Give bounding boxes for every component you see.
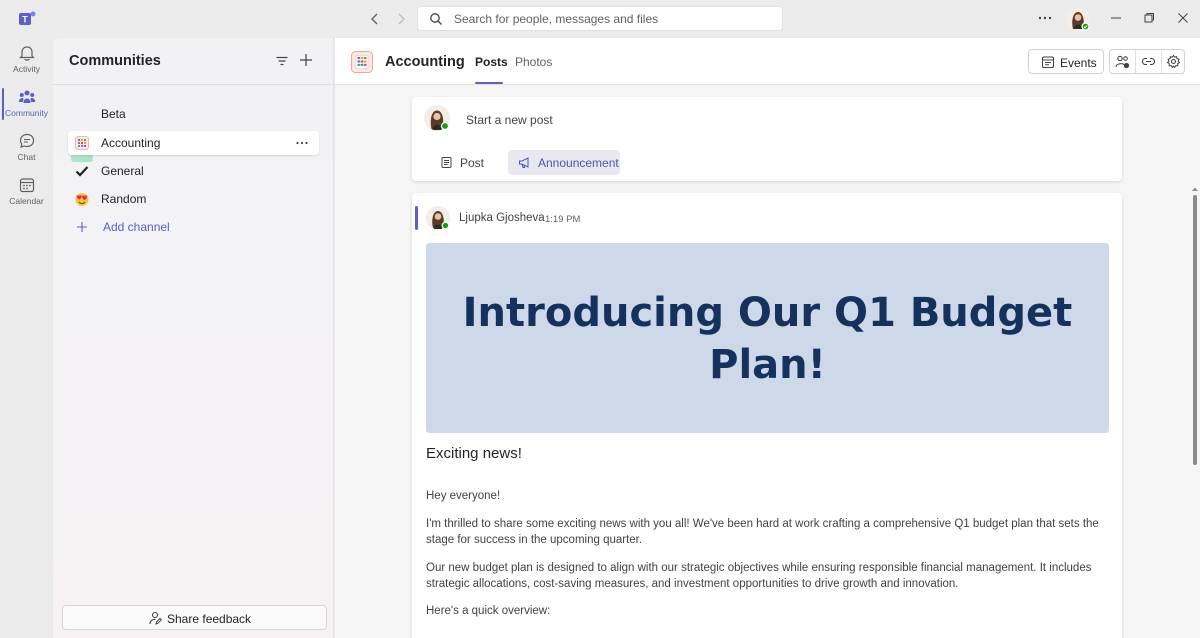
active-tab-indicator (475, 82, 503, 84)
back-arrow-icon[interactable] (366, 10, 384, 28)
sidebar-item-accounting[interactable]: Accounting (68, 131, 319, 155)
page-title: Accounting (385, 54, 465, 70)
scrollbar-thumb[interactable] (1193, 195, 1197, 465)
sidebar-item-label: General (101, 164, 144, 178)
banner-line: Introducing Our Q1 Budget (462, 290, 1073, 336)
search-input[interactable] (454, 9, 774, 28)
appbar-community[interactable]: Community (0, 82, 53, 126)
post-paragraph: I'm thrilled to share some exciting news… (426, 518, 1099, 546)
tab-photos[interactable]: Photos (515, 55, 552, 69)
more-options-icon[interactable] (1037, 10, 1053, 26)
manage-members-button[interactable] (1110, 50, 1135, 73)
megaphone-icon (519, 157, 529, 168)
post-author[interactable]: Ljupka Gjosheva (459, 212, 545, 224)
bell-icon (18, 46, 35, 61)
post-button[interactable]: Post (430, 150, 486, 175)
accounting-channel-icon (351, 51, 373, 73)
feedback-icon (149, 611, 162, 625)
events-label: Events (1060, 56, 1097, 70)
calendar-icon (19, 178, 34, 193)
chat-icon (19, 133, 34, 148)
people-settings-icon (1115, 55, 1130, 69)
sidebar-divider (53, 84, 333, 85)
sidebar-title: Communities (69, 53, 161, 69)
post-paragraph: Here's a quick overview: (426, 605, 551, 617)
sidebar-item-label: Beta (101, 107, 126, 121)
announcement-button[interactable]: Announcement (508, 150, 620, 175)
announcement-accent-bar (415, 206, 418, 230)
events-button[interactable]: Events (1028, 49, 1104, 74)
channel-header: Accounting Posts Photos Events (335, 38, 1200, 85)
sidebar-item-random[interactable]: Random (68, 187, 319, 211)
more-options-icon[interactable] (295, 136, 309, 150)
forward-arrow-icon[interactable] (392, 10, 410, 28)
copy-link-button[interactable] (1136, 50, 1161, 73)
appbar-label: Calendar (9, 196, 44, 206)
sidebar-item-label: Accounting (101, 136, 161, 150)
sidebar-item-label: Random (101, 192, 147, 206)
accounting-channel-icon (75, 136, 89, 150)
header-action-group (1109, 49, 1185, 74)
appbar-label: Community (5, 108, 48, 118)
start-post-prompt[interactable]: Start a new post (466, 113, 553, 127)
user-avatar (424, 105, 450, 131)
add-icon[interactable] (298, 52, 314, 68)
post-paragraph: Hey everyone! (426, 490, 501, 502)
title-bar: T (0, 0, 1200, 38)
author-avatar[interactable] (426, 206, 450, 230)
banner-line: Plan! (709, 342, 826, 388)
filter-icon[interactable] (275, 54, 289, 68)
teams-logo-icon[interactable]: T (17, 9, 37, 29)
user-avatar[interactable] (1066, 7, 1090, 31)
settings-button[interactable] (1161, 50, 1186, 73)
sidebar-item-general[interactable]: General (68, 159, 319, 183)
banner-headline: Introducing Our Q1 Budget Plan! (456, 287, 1079, 391)
share-feedback-button[interactable]: Share feedback (62, 605, 327, 630)
svg-text:T: T (22, 15, 28, 25)
calendar-icon (1041, 56, 1055, 69)
checkmark-icon (75, 166, 89, 177)
appbar-calendar[interactable]: Calendar (0, 170, 53, 214)
share-feedback-label: Share feedback (167, 612, 252, 626)
appbar-chat[interactable]: Chat (0, 126, 53, 170)
add-channel-label: Add channel (103, 220, 170, 234)
search-box[interactable] (417, 6, 783, 31)
gear-icon (1166, 54, 1181, 69)
sidebar-item-beta[interactable]: Beta (68, 102, 319, 126)
post-paragraph: Our new budget plan is designed to align… (426, 562, 1092, 590)
minimize-icon[interactable] (1108, 10, 1124, 26)
add-channel-button[interactable]: Add channel (68, 215, 319, 239)
close-icon[interactable] (1175, 10, 1191, 26)
appbar-label: Chat (17, 152, 36, 162)
app-bar: Activity Community Chat Calendar (0, 38, 53, 638)
main-content: Accounting Posts Photos Events Start a n… (335, 38, 1200, 638)
document-icon (441, 157, 452, 168)
search-icon (430, 13, 442, 25)
post-button-label: Post (460, 156, 485, 170)
tab-posts[interactable]: Posts (475, 55, 508, 69)
heart-eyes-emoji-icon (75, 193, 89, 206)
community-icon (18, 90, 35, 103)
link-icon (1141, 57, 1156, 66)
plus-icon (77, 222, 87, 232)
new-post-composer: Start a new post Post Announcement (412, 97, 1122, 181)
post-heading: Exciting news! (426, 445, 522, 462)
appbar-activity[interactable]: Activity (0, 38, 53, 82)
restore-icon[interactable] (1141, 10, 1157, 26)
announcement-post: Ljupka Gjosheva 1:19 PM Introducing Our … (412, 193, 1122, 638)
announcement-button-label: Announcement (538, 156, 619, 170)
scroll-up-arrow-icon[interactable] (1191, 186, 1199, 192)
announcement-banner: Introducing Our Q1 Budget Plan! (426, 243, 1109, 433)
post-timestamp: 1:19 PM (545, 214, 581, 225)
communities-sidebar: Communities BE Beta Accounting General R… (53, 38, 334, 638)
appbar-label: Activity (13, 64, 40, 74)
